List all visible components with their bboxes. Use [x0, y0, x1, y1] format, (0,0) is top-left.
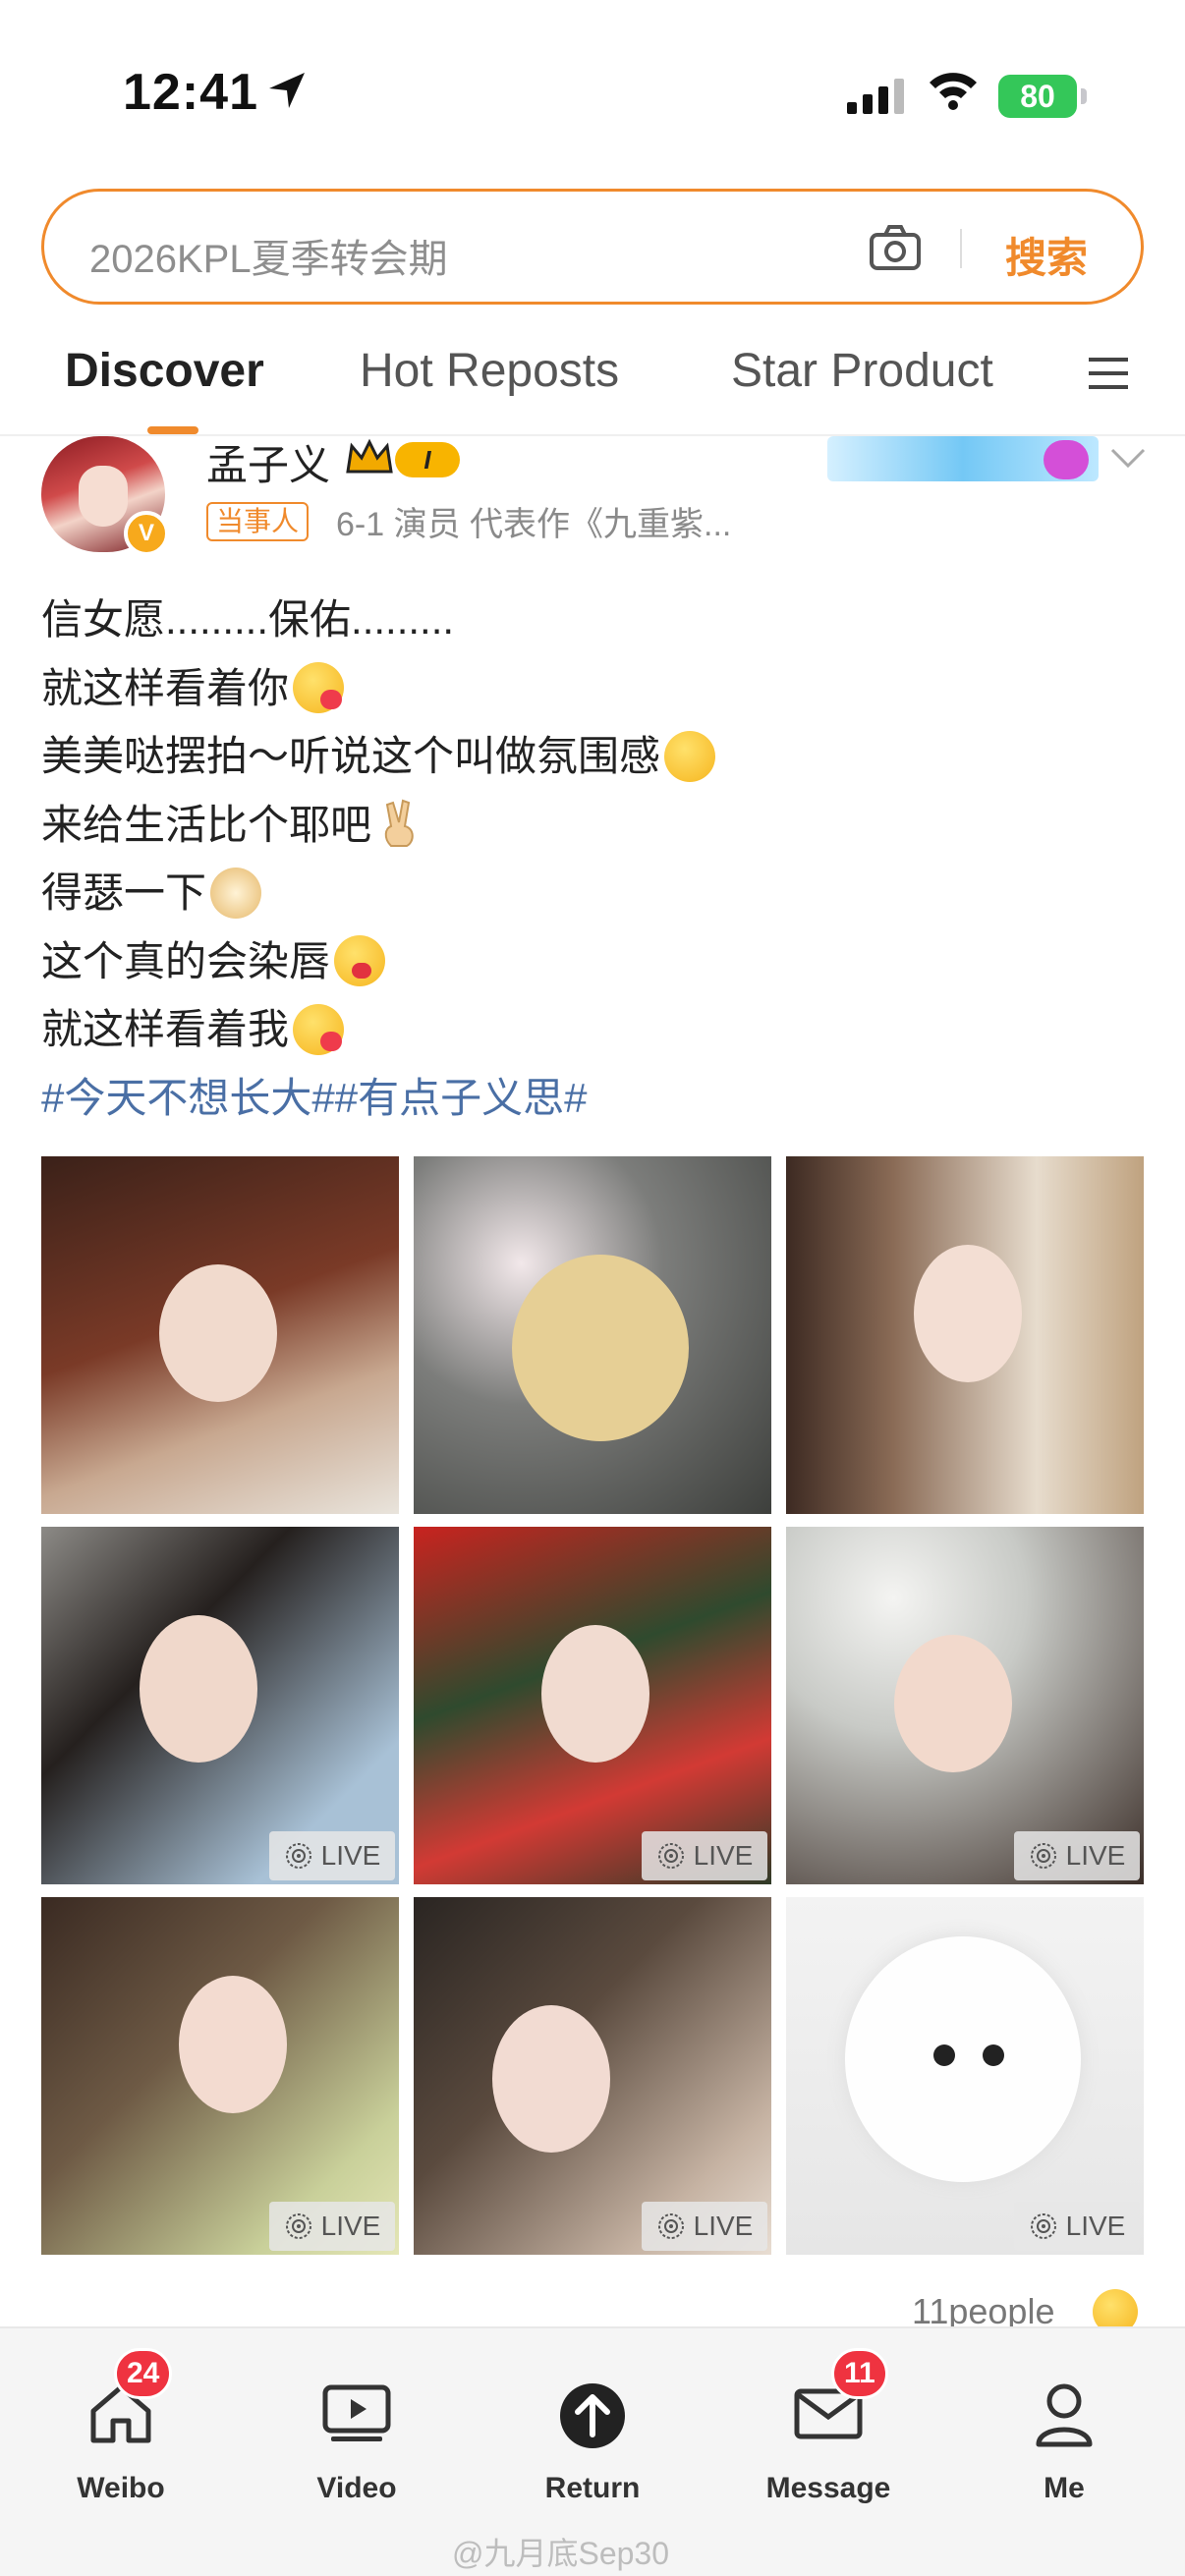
photo-thumbnail[interactable] [41, 1156, 399, 1514]
feed-tabs: Discover Hot Reposts Star Product [0, 324, 1185, 436]
battery-indicator: 80 [998, 75, 1077, 118]
menu-icon[interactable] [1085, 352, 1132, 395]
wifi-icon [930, 73, 977, 110]
live-badge: LIVE [269, 1831, 395, 1880]
post-line: 来给生活比个耶吧 [41, 801, 372, 848]
doge-emoji-icon [210, 867, 262, 919]
location-arrow-icon [269, 73, 305, 108]
search-bar[interactable]: 2026KPL夏季转会期 搜索 [41, 189, 1144, 305]
live-badge: LIVE [1014, 2202, 1140, 2251]
person-icon [1036, 2383, 1093, 2447]
role-badge: 当事人 [206, 502, 310, 541]
post-line: 就这样看着你 [41, 664, 290, 711]
tabbar-item-return[interactable]: Return [509, 2362, 676, 2504]
photo-grid: LIVE LIVE LIVE LIVE LIVE LIVE [41, 1156, 1144, 2259]
message-notification-badge: 11 [831, 2348, 888, 2399]
post-username[interactable]: 孟子义 [206, 432, 330, 492]
live-badge: LIVE [269, 2202, 395, 2251]
heart-face-emoji-icon [293, 662, 345, 714]
battery-tip [1081, 88, 1087, 104]
hashtags-link[interactable]: #今天不想长大##有点子义思# [41, 1064, 587, 1133]
post-line: 这个真的会染唇 [41, 937, 331, 984]
smiling-face-emoji-icon [664, 730, 716, 782]
camera-icon[interactable] [868, 223, 923, 272]
photo-thumbnail[interactable]: LIVE [414, 1897, 771, 2255]
status-bar: 12:41 80 [0, 0, 1185, 177]
active-tab-indicator [147, 426, 198, 434]
video-icon [322, 2384, 391, 2441]
weibo-notification-badge: 24 [114, 2348, 173, 2399]
photo-thumbnail[interactable] [786, 1156, 1144, 1514]
search-divider [960, 229, 962, 268]
status-time: 12:41 [123, 64, 258, 121]
photo-thumbnail[interactable]: LIVE [786, 1897, 1144, 2255]
heart-face-emoji-icon [293, 1003, 345, 1055]
bottom-tab-bar: Weibo 24 Video Return Message 11 Me @九月底… [0, 2326, 1185, 2576]
level-badge: I [395, 442, 460, 477]
arrow-up-icon [560, 2383, 625, 2448]
tabbar-item-video[interactable]: Video [273, 2362, 440, 2504]
search-input[interactable]: 2026KPL夏季转会期 [89, 227, 448, 284]
post-line: 就这样看着我 [41, 1006, 290, 1052]
watermark: @九月底Sep30 [452, 2536, 670, 2571]
crown-icon [346, 438, 393, 474]
decoration-sticker [827, 436, 1099, 481]
tabbar-item-message[interactable]: Message [745, 2362, 912, 2504]
cellular-signal-icon [847, 79, 904, 114]
post-line: 美美哒摆拍～听说这个叫做氛围感 [41, 733, 661, 779]
post-line: 信女愿.........保佑......... [41, 596, 455, 643]
tab-hot-reposts[interactable]: Hot Reposts [360, 344, 619, 398]
tab-discover[interactable]: Discover [65, 344, 264, 398]
photo-thumbnail[interactable]: LIVE [41, 1897, 399, 2255]
post-line: 得瑟一下 [41, 869, 207, 916]
live-badge: LIVE [642, 1831, 767, 1880]
peace-hand-emoji-icon [375, 799, 426, 850]
live-badge: LIVE [642, 2202, 767, 2251]
post-meta: 6-1 演员 代表作《九重紫... [336, 506, 732, 543]
tabbar-item-me[interactable]: Me [981, 2362, 1148, 2504]
search-button[interactable]: 搜索 [1005, 225, 1088, 285]
kissing-lips-emoji-icon [334, 935, 386, 987]
verified-badge: V [124, 511, 169, 556]
photo-thumbnail[interactable] [414, 1156, 771, 1514]
chevron-down-icon[interactable] [1108, 444, 1148, 472]
post-body: 信女愿.........保佑......... 就这样看着你 美美哒摆拍～听说这… [41, 586, 716, 1133]
photo-thumbnail[interactable]: LIVE [414, 1527, 771, 1884]
tab-star-product[interactable]: Star Product [731, 344, 993, 398]
photo-thumbnail[interactable]: LIVE [41, 1527, 399, 1884]
photo-thumbnail[interactable]: LIVE [786, 1527, 1144, 1884]
live-badge: LIVE [1014, 1831, 1140, 1880]
